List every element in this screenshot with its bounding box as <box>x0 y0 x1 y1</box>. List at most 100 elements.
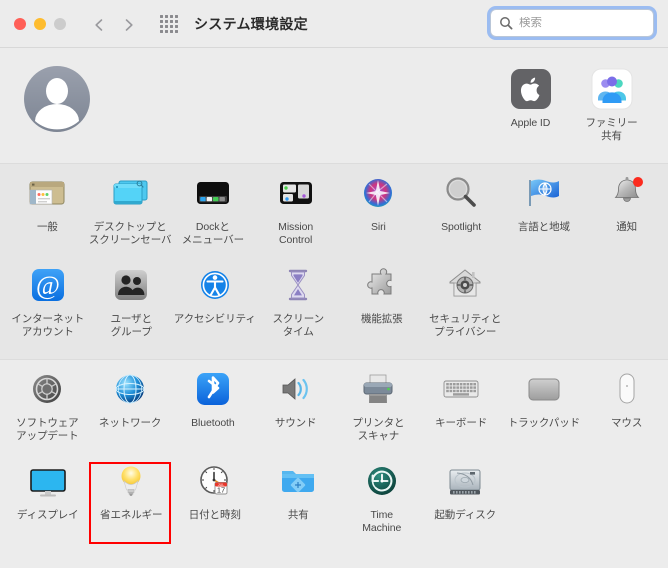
pref-label: 起動ディスク <box>434 509 497 521</box>
clock-calendar-icon: JUL 17 <box>192 458 238 504</box>
pref-label: 省エネルギー <box>100 509 163 521</box>
pref-security-privacy[interactable]: セキュリティと プライバシー <box>424 256 508 338</box>
account-band: Apple ID ファミリー 共有 <box>0 48 668 163</box>
pref-accessibility[interactable]: アクセシビリティ <box>173 256 257 338</box>
pref-trackpad[interactable]: トラックパッド <box>503 360 586 442</box>
pref-label: Spotlight <box>441 221 482 233</box>
minimize-button[interactable] <box>34 17 46 30</box>
pref-desktop-screensaver[interactable]: デスクトップと スクリーンセーバ <box>89 164 172 246</box>
pref-screen-time[interactable]: スクリーン タイム <box>257 256 341 338</box>
pref-label: Bluetooth <box>191 417 235 429</box>
pref-label: サウンド <box>274 417 317 429</box>
bluetooth-icon <box>190 366 236 412</box>
pref-label: Siri <box>370 221 386 233</box>
navigation-buttons <box>92 17 136 31</box>
svg-text:@: @ <box>36 271 60 300</box>
pref-label: スクリーン タイム <box>272 313 325 338</box>
pref-sharing[interactable]: 共有 <box>257 452 341 534</box>
keyboard-icon <box>438 366 484 412</box>
pref-language-region[interactable]: 言語と地域 <box>503 164 586 246</box>
network-globe-icon <box>107 366 153 412</box>
pref-label: マウス <box>611 417 643 429</box>
siri-icon <box>355 170 401 216</box>
trackpad-icon <box>521 366 567 412</box>
pref-sound[interactable]: サウンド <box>254 360 337 442</box>
system-preferences-window: システム環境設定 検索 Apple ID ファミリー 共有 一般 デスクトップと… <box>0 0 668 568</box>
pref-general[interactable]: 一般 <box>6 164 89 246</box>
pref-family-sharing[interactable]: ファミリー 共有 <box>571 64 652 142</box>
display-monitor-icon <box>25 458 71 504</box>
pref-label: 一般 <box>36 221 58 233</box>
pref-label: ディスプレイ <box>16 509 79 521</box>
forward-arrow-icon[interactable] <box>122 17 136 31</box>
section-personal: 一般 デスクトップと スクリーンセーバ Dockと メニューバー Mission… <box>0 163 668 359</box>
window-title: システム環境設定 <box>194 15 308 32</box>
pref-displays[interactable]: ディスプレイ <box>6 452 90 534</box>
show-all-grid-icon[interactable] <box>160 14 178 33</box>
printer-icon <box>355 366 401 412</box>
search-input[interactable] <box>519 17 645 29</box>
svg-text:17: 17 <box>217 486 225 495</box>
dock-icon <box>190 170 236 216</box>
desktop-icon <box>107 170 153 216</box>
section-hardware: ソフトウェア アップデート ネットワーク Bluetooth サウンド プリンタ… <box>0 359 668 556</box>
pref-label: 言語と地域 <box>517 221 570 233</box>
pref-extensions[interactable]: 機能拡張 <box>340 256 424 338</box>
pref-label: ユーザと グループ <box>110 313 152 338</box>
pref-mouse[interactable]: マウス <box>585 360 668 442</box>
pref-bluetooth[interactable]: Bluetooth <box>172 360 255 442</box>
pref-row: ソフトウェア アップデート ネットワーク Bluetooth サウンド プリンタ… <box>0 360 668 442</box>
pref-keyboard[interactable]: キーボード <box>420 360 503 442</box>
pref-label: プリンタと スキャナ <box>352 417 405 442</box>
pref-printers-scanners[interactable]: プリンタと スキャナ <box>337 360 420 442</box>
avatar[interactable] <box>22 64 92 139</box>
pref-label: 共有 <box>287 509 309 521</box>
pref-label: Mission Control <box>278 221 314 246</box>
pref-spotlight[interactable]: Spotlight <box>420 164 503 246</box>
pref-energy-saver[interactable]: 省エネルギー <box>90 452 174 534</box>
pref-date-time[interactable]: JUL 17 日付と時刻 <box>173 452 257 534</box>
pref-label: デスクトップと スクリーンセーバ <box>88 221 172 246</box>
mission-control-icon <box>273 170 319 216</box>
pref-label: アクセシビリティ <box>173 313 256 325</box>
pref-time-machine[interactable]: Time Machine <box>340 452 424 534</box>
security-privacy-house-icon <box>442 262 488 308</box>
pref-internet-accounts[interactable]: @ インターネット アカウント <box>6 256 90 338</box>
general-window-icon <box>24 170 70 216</box>
pref-users-groups[interactable]: ユーザと グループ <box>90 256 174 338</box>
pref-label: Time Machine <box>362 509 402 534</box>
family-sharing-icon <box>589 66 635 112</box>
pref-row: 一般 デスクトップと スクリーンセーバ Dockと メニューバー Mission… <box>0 164 668 246</box>
pref-apple-id[interactable]: Apple ID <box>490 64 571 142</box>
time-machine-icon <box>359 458 405 504</box>
close-button[interactable] <box>14 17 26 30</box>
back-arrow-icon[interactable] <box>92 17 106 31</box>
pref-network[interactable]: ネットワーク <box>89 360 172 442</box>
extensions-puzzle-icon <box>359 262 405 308</box>
pref-label: 日付と時刻 <box>188 509 241 521</box>
pref-software-update[interactable]: ソフトウェア アップデート <box>6 360 89 442</box>
pref-label: 機能拡張 <box>360 313 403 325</box>
pref-label: Apple ID <box>510 117 551 129</box>
sound-speaker-icon <box>273 366 319 412</box>
pref-notifications[interactable]: 通知 <box>585 164 668 246</box>
pref-label: トラックパッド <box>507 417 581 429</box>
search-field[interactable] <box>490 9 654 37</box>
pref-label: ソフトウェア アップデート <box>16 417 79 442</box>
preferences-content: Apple ID ファミリー 共有 一般 デスクトップと スクリーンセーバ Do… <box>0 48 668 568</box>
pref-dock-menubar[interactable]: Dockと メニューバー <box>172 164 255 246</box>
apple-logo-icon <box>508 66 554 112</box>
pref-row: ディスプレイ 省エネルギー JUL 17 日付と時刻 共有 Time Machi… <box>0 452 668 534</box>
search-icon <box>499 16 513 30</box>
pref-label: インターネット アカウント <box>11 313 85 338</box>
pref-label: 通知 <box>616 221 638 233</box>
pref-startup-disk[interactable]: 起動ディスク <box>424 452 508 534</box>
zoom-button[interactable] <box>54 17 66 30</box>
pref-siri[interactable]: Siri <box>337 164 420 246</box>
traffic-light-buttons <box>14 17 66 30</box>
pref-label: ファミリー 共有 <box>585 117 638 142</box>
pref-mission-control[interactable]: Mission Control <box>254 164 337 246</box>
internet-accounts-icon: @ <box>25 262 71 308</box>
sharing-folder-icon <box>275 458 321 504</box>
mouse-icon <box>604 366 650 412</box>
